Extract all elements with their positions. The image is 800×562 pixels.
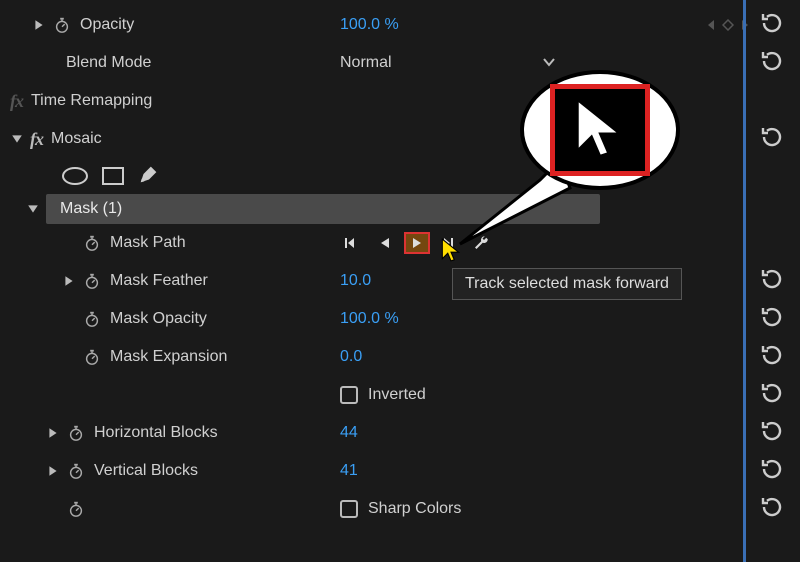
cursor-large-icon [572,93,628,168]
mask-expansion-value[interactable]: 0.0 [340,348,362,366]
mask-opacity-row: Mask Opacity 100.0 % [0,300,800,338]
reset-icon[interactable] [760,381,784,410]
mask-opacity-value[interactable]: 100.0 % [340,310,399,328]
twirl-collapsed-icon[interactable] [32,18,46,32]
stopwatch-icon[interactable] [82,233,102,253]
horizontal-blocks-label: Horizontal Blocks [94,424,218,442]
twirl-collapsed-icon[interactable] [46,464,60,478]
stopwatch-icon[interactable] [82,309,102,329]
mask-feather-value[interactable]: 10.0 [340,272,371,290]
track-backward-one-frame-icon[interactable] [340,232,366,254]
mask-opacity-label: Mask Opacity [110,310,207,328]
inverted-row: Inverted [0,376,800,414]
sharp-colors-label: Sharp Colors [368,500,461,518]
sharp-colors-checkbox-group: Sharp Colors [340,500,461,518]
sharp-colors-checkbox[interactable] [340,500,358,518]
chevron-down-icon [542,54,556,72]
callout-bubble [520,70,680,190]
stopwatch-icon[interactable] [66,423,86,443]
tooltip: Track selected mask forward [452,268,682,300]
reset-icon[interactable] [760,11,784,40]
callout-highlight [550,84,650,176]
track-forward-icon[interactable] [404,232,430,254]
time-remapping-label: Time Remapping [31,92,152,110]
mask-path-label: Mask Path [110,234,186,252]
track-backward-icon[interactable] [372,232,398,254]
horizontal-blocks-value[interactable]: 44 [340,424,358,442]
fx-icon: fx [30,129,43,150]
stopwatch-icon[interactable] [82,271,102,291]
reset-icon[interactable] [760,419,784,448]
reset-icon[interactable] [760,267,784,296]
inverted-checkbox-group: Inverted [340,386,426,404]
mosaic-label: Mosaic [51,130,102,148]
blend-mode-value: Normal [340,54,392,72]
pen-mask-icon[interactable] [138,163,160,190]
reset-icon[interactable] [760,49,784,78]
reset-icon[interactable] [760,125,784,154]
keyframe-diamond-icon[interactable] [722,19,734,31]
reset-icon[interactable] [760,305,784,334]
opacity-value[interactable]: 100.0 % [340,16,399,34]
mask-label: Mask (1) [60,200,122,218]
rect-mask-icon[interactable] [102,167,124,185]
opacity-label: Opacity [80,16,134,34]
blend-mode-label: Blend Mode [66,54,151,72]
twirl-open-icon[interactable] [26,202,40,216]
vertical-blocks-label: Vertical Blocks [94,462,198,480]
ellipse-mask-icon[interactable] [62,167,88,185]
vertical-blocks-row: Vertical Blocks 41 [0,452,800,490]
reset-icon[interactable] [760,457,784,486]
mask-shape-tools [0,158,800,194]
reset-icon[interactable] [760,343,784,372]
twirl-collapsed-icon[interactable] [62,274,76,288]
sharp-colors-row: Sharp Colors [0,490,800,528]
stopwatch-icon[interactable] [66,461,86,481]
mask-expansion-row: Mask Expansion 0.0 [0,338,800,376]
stopwatch-icon[interactable] [82,347,102,367]
opacity-row: Opacity 100.0 % [0,6,800,44]
blend-mode-row: Blend Mode Normal [0,44,800,82]
reset-icon[interactable] [760,495,784,524]
mask-expansion-label: Mask Expansion [110,348,227,366]
stopwatch-icon[interactable] [52,15,72,35]
twirl-open-icon[interactable] [10,132,24,146]
horizontal-blocks-row: Horizontal Blocks 44 [0,414,800,452]
time-remapping-row: fx Time Remapping [0,82,800,120]
vertical-blocks-value[interactable]: 41 [340,462,358,480]
prev-keyframe-icon[interactable] [706,19,716,31]
inverted-checkbox[interactable] [340,386,358,404]
twirl-collapsed-icon[interactable] [46,426,60,440]
mask-feather-label: Mask Feather [110,272,208,290]
mask-path-row: Mask Path [0,224,800,262]
effects-panel: Opacity 100.0 % Blend Mode Normal [0,0,800,534]
timeline-playhead[interactable] [743,0,746,562]
mosaic-row: fx Mosaic [0,120,800,158]
inverted-label: Inverted [368,386,426,404]
fx-icon: fx [10,91,23,112]
stopwatch-icon[interactable] [66,499,86,519]
blend-mode-dropdown[interactable]: Normal [340,54,556,72]
